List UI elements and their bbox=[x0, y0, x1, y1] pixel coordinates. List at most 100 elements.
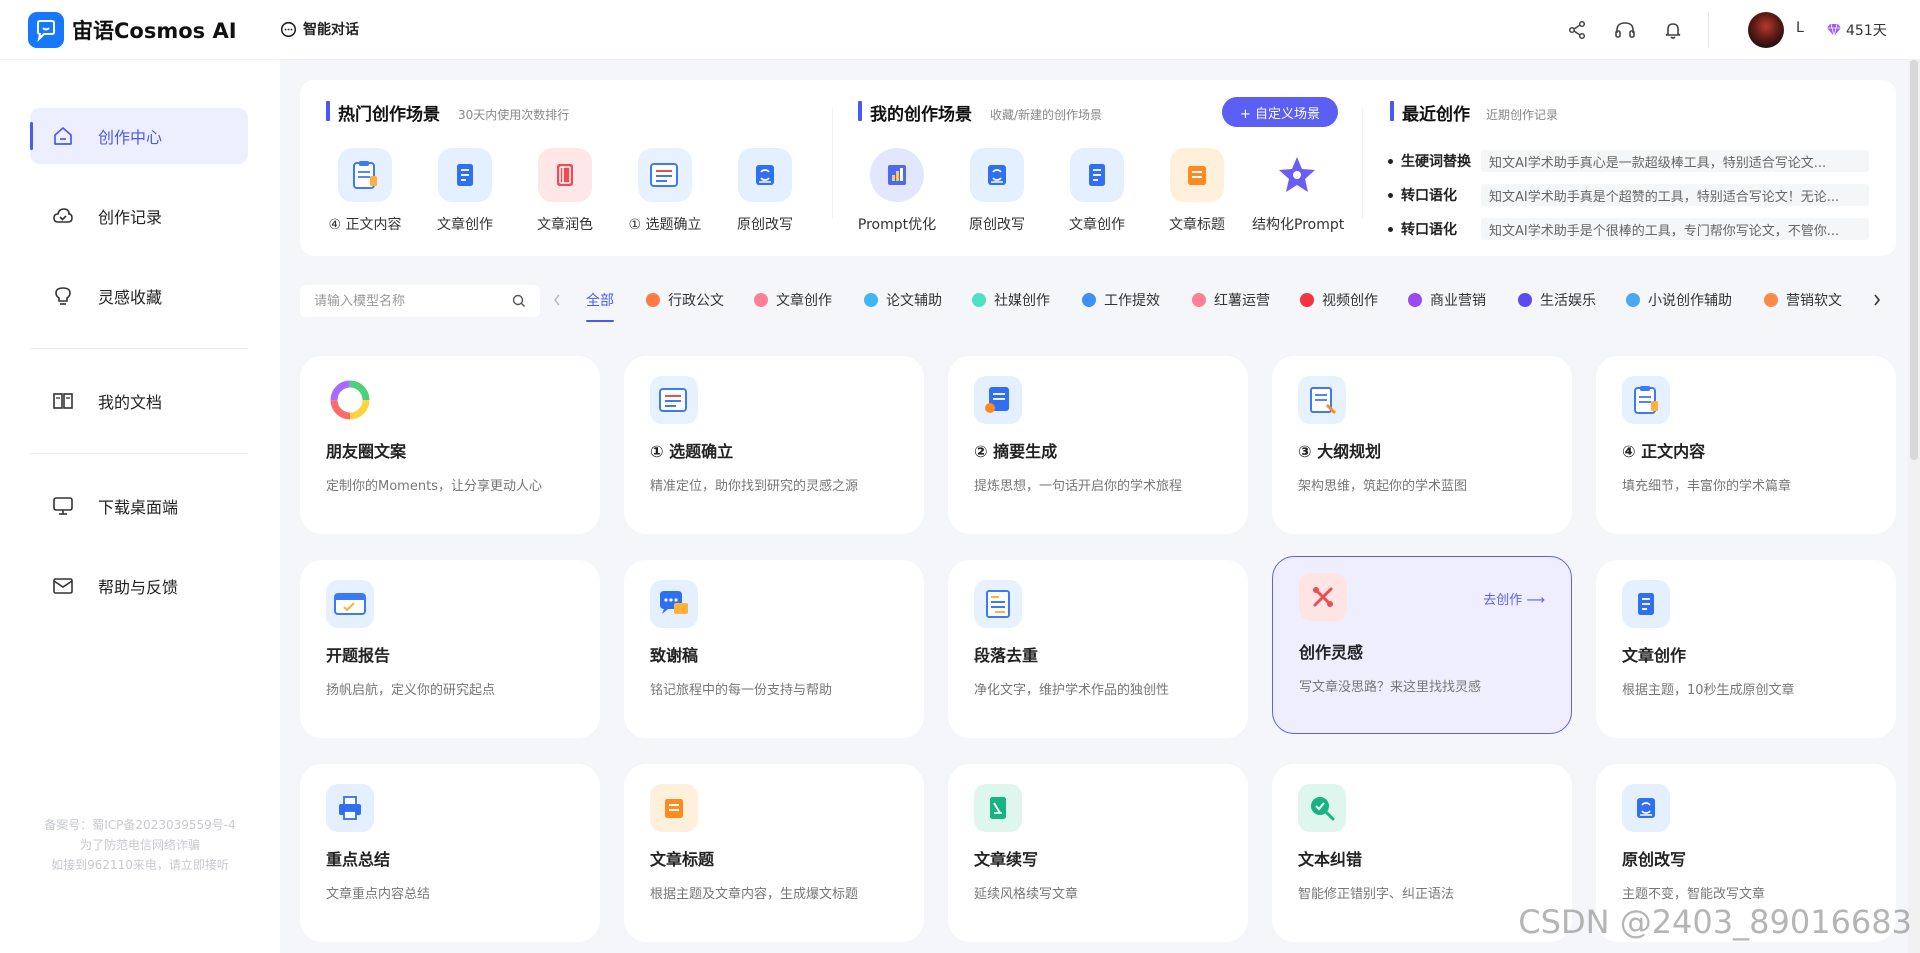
rewrite-icon bbox=[970, 148, 1024, 202]
scene-card[interactable]: 段落去重 净化文字，维护学术作品的独创性 bbox=[948, 560, 1248, 738]
scene-card[interactable]: 开题报告 扬帆启航，定义你的研究起点 bbox=[300, 560, 600, 738]
vip-badge[interactable]: 451天 bbox=[1826, 20, 1887, 40]
go-create-link[interactable]: 去创作 ⟶ bbox=[1483, 589, 1545, 608]
sidebar-item-inspiration[interactable]: 灵感收藏 bbox=[30, 268, 248, 324]
scene-card[interactable]: 致谢稿 铭记旅程中的每一份支持与帮助 bbox=[624, 560, 924, 738]
sidebar-item-download-desktop[interactable]: 下载桌面端 bbox=[30, 478, 248, 534]
bullet bbox=[1388, 226, 1393, 232]
scene-card[interactable]: 文章标题 根据主题及文章内容，生成爆文标题 bbox=[624, 764, 924, 942]
hot-scene-label: ④ 正文内容 bbox=[328, 217, 402, 233]
clipboard-icon bbox=[1622, 376, 1670, 424]
category-prev-chevron-icon[interactable] bbox=[552, 292, 562, 312]
hot-scene-item[interactable]: 文章润色 bbox=[520, 148, 610, 234]
scene-card-highlighted[interactable]: 去创作 ⟶ 创作灵感 写文章没思路？来这里找找灵感 bbox=[1272, 556, 1572, 734]
hot-scenes-title: 热门创作场景 bbox=[338, 105, 440, 125]
category-tab[interactable]: 视频创作 bbox=[1300, 290, 1378, 310]
scene-card-title: ④ 正文内容 bbox=[1622, 442, 1706, 461]
my-scene-item[interactable]: 结构化Prompt bbox=[1252, 148, 1344, 234]
my-scene-label: 文章标题 bbox=[1169, 217, 1225, 233]
scene-card[interactable]: 文章创作 根据主题，10秒生成原创文章 bbox=[1596, 560, 1896, 738]
scene-card-desc: 扬帆启航，定义你的研究起点 bbox=[326, 683, 496, 698]
category-dot bbox=[1300, 293, 1314, 307]
ring-icon bbox=[326, 376, 374, 424]
scene-card-desc: 定制你的Moments，让分享更动人心 bbox=[326, 479, 542, 494]
category-dot bbox=[1192, 293, 1206, 307]
share-icon[interactable] bbox=[1566, 19, 1588, 41]
my-scene-item[interactable]: 原创改写 bbox=[952, 148, 1042, 234]
scene-card[interactable]: ④ 正文内容 填充细节，丰富你的学术篇章 bbox=[1596, 356, 1896, 534]
recent-item-text: 知文AI学术助手真心是一款超级棒工具，特别适合写论文... bbox=[1481, 150, 1869, 172]
sidebar-item-creation-records[interactable]: 创作记录 bbox=[30, 188, 248, 244]
hot-scene-item[interactable]: 文章创作 bbox=[420, 148, 510, 234]
scene-card[interactable]: ② 摘要生成 提炼思想，一句话开启你的学术旅程 bbox=[948, 356, 1248, 534]
category-tab[interactable]: 红薯运营 bbox=[1192, 290, 1270, 310]
hot-scene-item[interactable]: ④ 正文内容 bbox=[320, 148, 410, 234]
category-tab[interactable]: 营销软文 bbox=[1764, 290, 1842, 310]
bell-icon[interactable] bbox=[1662, 19, 1684, 41]
anti-fraud-notice: 为了防范电信网络诈骗 bbox=[79, 838, 200, 852]
category-dot bbox=[1408, 293, 1422, 307]
my-scenes-title: 我的创作场景 bbox=[870, 105, 972, 125]
scene-card-title: ② 摘要生成 bbox=[974, 442, 1058, 461]
nav-smart-chat[interactable]: 智能对话 bbox=[280, 19, 359, 39]
category-tab[interactable]: 社媒创作 bbox=[972, 290, 1050, 310]
category-next-chevron-icon[interactable] bbox=[1872, 292, 1882, 312]
recent-item[interactable]: 生硬词替换 知文AI学术助手真心是一款超级棒工具，特别适合写论文... bbox=[1388, 149, 1869, 173]
model-search-input[interactable] bbox=[314, 293, 494, 309]
sidebar-item-help-feedback[interactable]: 帮助与反馈 bbox=[30, 558, 248, 614]
sidebar-item-label: 帮助与反馈 bbox=[98, 578, 179, 597]
scene-card-title: 文本纠错 bbox=[1298, 850, 1363, 869]
dedupe-icon bbox=[974, 580, 1022, 628]
scene-card[interactable]: 文章续写 延续风格续写文章 bbox=[948, 764, 1248, 942]
nav-smart-chat-label: 智能对话 bbox=[303, 22, 359, 38]
custom-scene-button[interactable]: + 自定义场景 bbox=[1222, 97, 1338, 127]
category-tab-label: 工作提效 bbox=[1104, 293, 1160, 309]
my-scene-item[interactable]: 文章创作 bbox=[1052, 148, 1142, 234]
category-tab[interactable]: 文章创作 bbox=[754, 290, 832, 310]
logo-chat-icon bbox=[28, 12, 64, 48]
scene-card-desc: 提炼思想，一句话开启你的学术旅程 bbox=[974, 479, 1183, 494]
recent-item-text: 知文AI学术助手真是个超赞的工具，特别适合写论文！无论... bbox=[1481, 184, 1869, 206]
page-scrollbar-thumb[interactable] bbox=[1910, 60, 1918, 460]
category-tab-label: 商业营销 bbox=[1430, 293, 1486, 309]
category-tab[interactable]: 全部 bbox=[586, 290, 614, 322]
sidebar-item-my-docs[interactable]: 我的文档 bbox=[30, 373, 248, 429]
app-logo[interactable]: 宙语Cosmos AI bbox=[28, 12, 237, 48]
checklist-icon bbox=[638, 148, 692, 202]
title-book-icon bbox=[650, 784, 698, 832]
home-icon bbox=[54, 127, 72, 145]
chat-icon bbox=[650, 580, 698, 628]
rewrite-icon bbox=[738, 148, 792, 202]
hot-scene-item[interactable]: ① 选题确立 bbox=[620, 148, 710, 234]
hot-scene-item[interactable]: 原创改写 bbox=[720, 148, 810, 234]
my-scene-item[interactable]: Prompt优化 bbox=[852, 148, 942, 234]
category-tab-label: 社媒创作 bbox=[994, 293, 1050, 309]
category-tab[interactable]: 工作提效 bbox=[1082, 290, 1160, 310]
scene-card[interactable]: 朋友圈文案 定制你的Moments，让分享更动人心 bbox=[300, 356, 600, 534]
scene-card[interactable]: ③ 大纲规划 架构思维，筑起你的学术蓝图 bbox=[1272, 356, 1572, 534]
outline-icon bbox=[1298, 376, 1346, 424]
scene-card[interactable]: ① 选题确立 精准定位，助你找到研究的灵感之源 bbox=[624, 356, 924, 534]
category-tab[interactable]: 小说创作辅助 bbox=[1626, 290, 1732, 310]
scene-card-title: 致谢稿 bbox=[650, 646, 699, 665]
sidebar-item-creation-center[interactable]: 创作中心 bbox=[30, 108, 248, 164]
title-book-icon bbox=[1170, 148, 1224, 202]
scene-card[interactable]: 重点总结 文章重点内容总结 bbox=[300, 764, 600, 942]
user-avatar[interactable] bbox=[1748, 12, 1784, 48]
recent-item[interactable]: 转口语化 知文AI学术助手真是个超赞的工具，特别适合写论文！无论... bbox=[1388, 183, 1869, 207]
category-dot bbox=[1764, 293, 1778, 307]
search-icon[interactable] bbox=[512, 294, 526, 308]
category-dot bbox=[1518, 293, 1532, 307]
category-tab[interactable]: 行政公文 bbox=[646, 290, 724, 310]
category-tab[interactable]: 商业营销 bbox=[1408, 290, 1486, 310]
my-scene-item[interactable]: 文章标题 bbox=[1152, 148, 1242, 234]
category-tab-label: 视频创作 bbox=[1322, 293, 1378, 309]
recent-item[interactable]: 转口语化 知文AI学术助手是个很棒的工具，专门帮你写论文，不管你... bbox=[1388, 217, 1869, 241]
icp-number[interactable]: 备案号：蜀ICP备2023039559号-4 bbox=[0, 816, 280, 833]
headset-icon[interactable] bbox=[1614, 19, 1636, 41]
bullet bbox=[1388, 192, 1393, 198]
category-tab[interactable]: 生活娱乐 bbox=[1518, 290, 1596, 310]
category-tab[interactable]: 论文辅助 bbox=[864, 290, 942, 310]
category-dot bbox=[646, 293, 660, 307]
lightbulb-icon bbox=[55, 287, 71, 305]
